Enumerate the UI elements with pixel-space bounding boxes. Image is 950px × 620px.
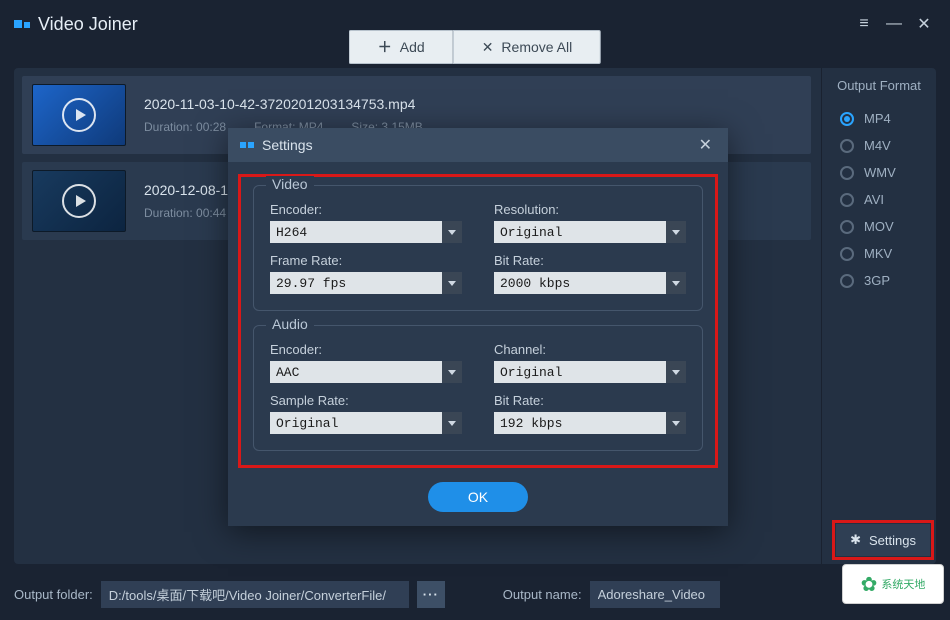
dialog-title: Settings [262, 137, 313, 153]
chevron-down-icon [442, 361, 462, 383]
audio-encoder-label: Encoder: [270, 342, 462, 357]
audio-encoder-select[interactable]: AAC [270, 361, 462, 383]
app-icon [14, 20, 30, 28]
video-resolution-select[interactable]: Original [494, 221, 686, 243]
video-settings-group: Video Encoder: H264 Resolution: Original… [253, 185, 703, 311]
file-duration: Duration: 00:28 [144, 120, 226, 134]
audio-bitrate-label: Bit Rate: [494, 393, 686, 408]
chevron-down-icon [666, 272, 686, 294]
audio-channel-label: Channel: [494, 342, 686, 357]
format-option-wmv[interactable]: WMV [832, 159, 926, 186]
video-resolution-label: Resolution: [494, 202, 686, 217]
ok-button[interactable]: OK [428, 482, 528, 512]
radio-icon [840, 247, 854, 261]
watermark-badge: ✿系统天地 [842, 564, 944, 604]
main-toolbar: ＋ Add ✕ Remove All [349, 30, 601, 64]
file-info: 2020-12-08-13 Duration: 00:44 [144, 182, 236, 220]
browse-folder-button[interactable]: ··· [417, 581, 445, 608]
close-window-button[interactable]: ✕ [912, 12, 936, 36]
format-option-mp4[interactable]: MP4 [832, 105, 926, 132]
remove-all-label: Remove All [501, 39, 572, 55]
chevron-down-icon [442, 412, 462, 434]
settings-button-label: Settings [869, 533, 916, 548]
radio-icon [840, 112, 854, 126]
video-encoder-label: Encoder: [270, 202, 462, 217]
minimize-button[interactable]: — [882, 12, 906, 36]
settings-button-highlight: ✱ Settings [832, 520, 934, 560]
audio-channel-select[interactable]: Original [494, 361, 686, 383]
chevron-down-icon [442, 272, 462, 294]
video-legend: Video [266, 176, 314, 192]
file-duration: Duration: 00:44 [144, 206, 226, 220]
video-bitrate-select[interactable]: 2000 kbps [494, 272, 686, 294]
audio-bitrate-select[interactable]: 192 kbps [494, 412, 686, 434]
app-logo: Video Joiner [14, 14, 138, 35]
format-option-mov[interactable]: MOV [832, 213, 926, 240]
output-folder-input[interactable] [101, 581, 409, 608]
x-icon: ✕ [482, 39, 494, 56]
add-button[interactable]: ＋ Add [349, 30, 453, 64]
radio-icon [840, 193, 854, 207]
audio-samplerate-select[interactable]: Original [270, 412, 462, 434]
output-name-input[interactable] [590, 581, 720, 608]
video-framerate-select[interactable]: 29.97 fps [270, 272, 462, 294]
play-icon [62, 184, 96, 218]
settings-dialog: Settings ✕ Video Encoder: H264 Resolutio… [228, 128, 728, 526]
dialog-titlebar: Settings ✕ [228, 128, 728, 162]
file-name: 2020-12-08-13 [144, 182, 236, 198]
chevron-down-icon [666, 221, 686, 243]
format-option-3gp[interactable]: 3GP [832, 267, 926, 294]
footer-bar: Output folder: ··· Output name: [14, 581, 936, 608]
add-button-label: Add [400, 39, 425, 55]
chevron-down-icon [442, 221, 462, 243]
audio-samplerate-label: Sample Rate: [270, 393, 462, 408]
radio-icon [840, 139, 854, 153]
remove-all-button[interactable]: ✕ Remove All [453, 30, 602, 64]
gear-icon: ✱ [850, 532, 861, 548]
app-title: Video Joiner [38, 14, 138, 35]
audio-legend: Audio [266, 316, 314, 332]
output-format-panel: Output Format MP4 M4V WMV AVI MOV MKV 3G… [821, 68, 936, 564]
dialog-close-button[interactable]: ✕ [695, 135, 716, 155]
menu-icon[interactable]: ≡ [852, 12, 876, 36]
video-framerate-label: Frame Rate: [270, 253, 462, 268]
format-option-m4v[interactable]: M4V [832, 132, 926, 159]
output-folder-label: Output folder: [14, 587, 93, 602]
format-option-mkv[interactable]: MKV [832, 240, 926, 267]
file-thumbnail[interactable] [32, 84, 126, 146]
video-bitrate-label: Bit Rate: [494, 253, 686, 268]
plus-icon: ＋ [378, 37, 392, 57]
radio-icon [840, 166, 854, 180]
chevron-down-icon [666, 412, 686, 434]
file-name: 2020-11-03-10-42-3720201203134753.mp4 [144, 96, 423, 112]
radio-icon [840, 220, 854, 234]
chevron-down-icon [666, 361, 686, 383]
settings-highlight: Video Encoder: H264 Resolution: Original… [238, 174, 718, 468]
output-name-label: Output name: [503, 587, 582, 602]
video-encoder-select[interactable]: H264 [270, 221, 462, 243]
audio-settings-group: Audio Encoder: AAC Channel: Original Sam… [253, 325, 703, 451]
format-option-avi[interactable]: AVI [832, 186, 926, 213]
play-icon [62, 98, 96, 132]
output-format-title: Output Format [832, 78, 926, 93]
file-thumbnail[interactable] [32, 170, 126, 232]
settings-button[interactable]: ✱ Settings [836, 524, 930, 556]
radio-icon [840, 274, 854, 288]
app-icon [240, 142, 254, 148]
